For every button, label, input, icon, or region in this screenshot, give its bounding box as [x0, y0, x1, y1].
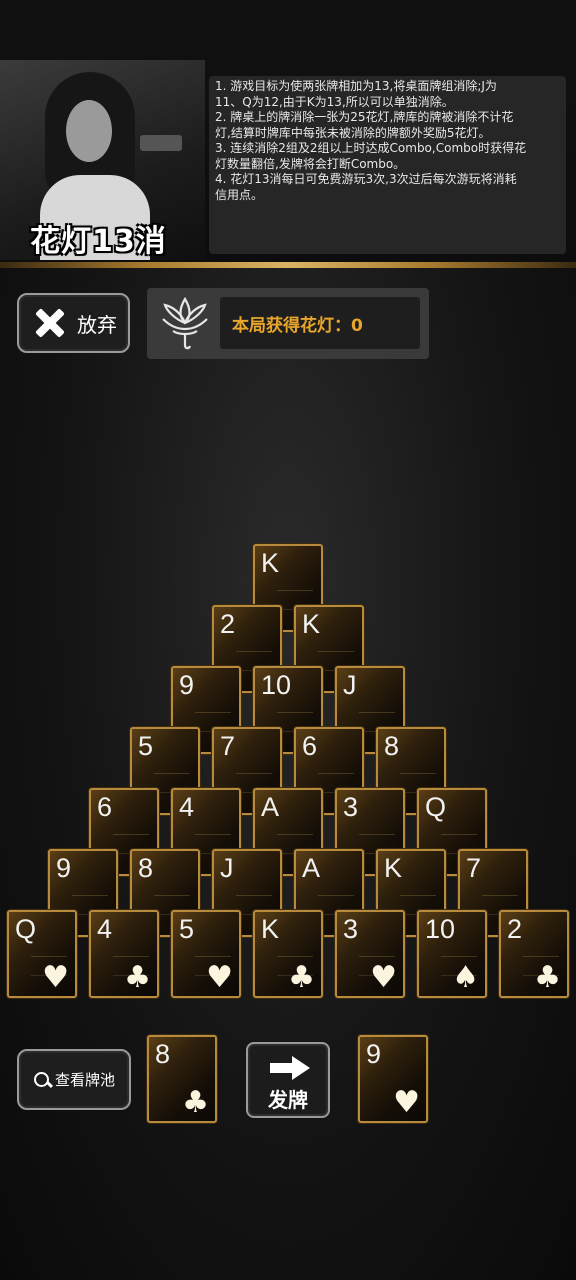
- pyramid-card[interactable]: K ♣: [253, 910, 323, 998]
- rules-line: 3. 连续消除2组及2组以上时达成Combo,Combo时获得花: [215, 141, 527, 155]
- deal-button[interactable]: 发牌: [246, 1042, 330, 1118]
- card-value: 9: [179, 670, 195, 700]
- view-pool-label: 查看牌池: [54, 1071, 115, 1089]
- score-label: 本局获得花灯：0: [232, 315, 363, 336]
- view-pool-button[interactable]: 查看牌池: [17, 1049, 131, 1110]
- rules-panel: 1. 游戏目标为使两张牌相加为13,将桌面牌组消除;J为 11、Q为12,由于K…: [209, 76, 566, 254]
- deal-label: 发牌: [268, 1088, 308, 1112]
- card-value: K: [261, 914, 280, 944]
- pyramid-card[interactable]: 10 ♠: [417, 910, 487, 998]
- pyramid-card[interactable]: 3 ♥: [335, 910, 405, 998]
- card-value: 2: [507, 914, 523, 944]
- card-value: K: [261, 548, 280, 578]
- card-value: A: [261, 792, 280, 822]
- card-value: 4: [97, 914, 113, 944]
- club-icon: ♣: [124, 960, 151, 995]
- heart-icon: ♥: [370, 960, 397, 995]
- game-title: 花灯13消: [30, 224, 167, 259]
- header: 花灯13消 1. 游戏目标为使两张牌相加为13,将桌面牌组消除;J为 11、Q为…: [0, 0, 576, 262]
- rules-line: 灯数量翻倍,发牌将会打断Combo。: [215, 156, 406, 171]
- close-icon: [31, 304, 69, 342]
- club-icon: ♣: [288, 960, 315, 995]
- score-display: 本局获得花灯：0: [220, 297, 420, 349]
- card-value: J: [220, 853, 234, 883]
- rules-line: 1. 游戏目标为使两张牌相加为13,将桌面牌组消除;J为: [215, 79, 497, 93]
- rules-line: 2. 牌桌上的牌消除一张为25花灯,牌库的牌被消除不计花: [215, 110, 514, 124]
- score-panel: 本局获得花灯：0: [147, 288, 429, 359]
- card-value: Q: [425, 792, 447, 822]
- lotus-lantern-icon: [162, 296, 208, 350]
- card-value: 5: [138, 731, 154, 761]
- card-value: 8: [138, 853, 154, 883]
- spade-icon: ♠: [452, 960, 479, 995]
- card-value: 9: [56, 853, 72, 883]
- quit-label: 放弃: [77, 312, 117, 337]
- header-divider: [0, 262, 576, 268]
- arrow-right-icon: [270, 1056, 310, 1080]
- rules-line: 4. 花灯13消每日可免费游玩3次,3次过后每次游玩将消耗: [215, 172, 517, 186]
- card-value: 4: [179, 792, 195, 822]
- card-value: A: [302, 853, 321, 883]
- quit-button[interactable]: 放弃: [17, 293, 130, 353]
- card-value: 9: [366, 1039, 382, 1069]
- pyramid-card[interactable]: 2 ♣: [499, 910, 569, 998]
- heart-icon: ♥: [42, 960, 69, 995]
- card-value: 6: [97, 792, 113, 822]
- heart-icon: ♥: [393, 1085, 420, 1120]
- club-icon: ♣: [534, 960, 561, 995]
- pyramid-card[interactable]: Q ♥: [7, 910, 77, 998]
- magnifier-icon: [33, 1071, 51, 1089]
- heart-icon: ♥: [206, 960, 233, 995]
- rules-line: 11、Q为12,由于K为13,所以可以单独消除。: [215, 94, 454, 109]
- card-value: 7: [220, 731, 236, 761]
- card-value: 5: [179, 914, 195, 944]
- card-value: 10: [425, 914, 456, 944]
- card-value: 8: [384, 731, 400, 761]
- card-value: 7: [466, 853, 482, 883]
- card-value: 6: [302, 731, 318, 761]
- pyramid-card[interactable]: 4 ♣: [89, 910, 159, 998]
- waste-card[interactable]: 9 ♥: [358, 1035, 428, 1123]
- card-value: K: [302, 609, 321, 639]
- stock-card[interactable]: 8 ♣: [147, 1035, 217, 1123]
- rules-line: 灯,结算时牌库中每张未被消除的牌额外奖励5花灯。: [215, 125, 491, 140]
- card-value: 8: [155, 1039, 171, 1069]
- card-value: 2: [220, 609, 236, 639]
- pyramid-card[interactable]: 5 ♥: [171, 910, 241, 998]
- card-value: Q: [15, 914, 37, 944]
- card-value: K: [384, 853, 403, 883]
- card-value: 3: [343, 914, 359, 944]
- card-value: 10: [261, 670, 292, 700]
- card-value: 3: [343, 792, 359, 822]
- card-value: J: [343, 670, 357, 700]
- club-icon: ♣: [182, 1085, 209, 1120]
- rules-line: 信用点。: [215, 187, 264, 202]
